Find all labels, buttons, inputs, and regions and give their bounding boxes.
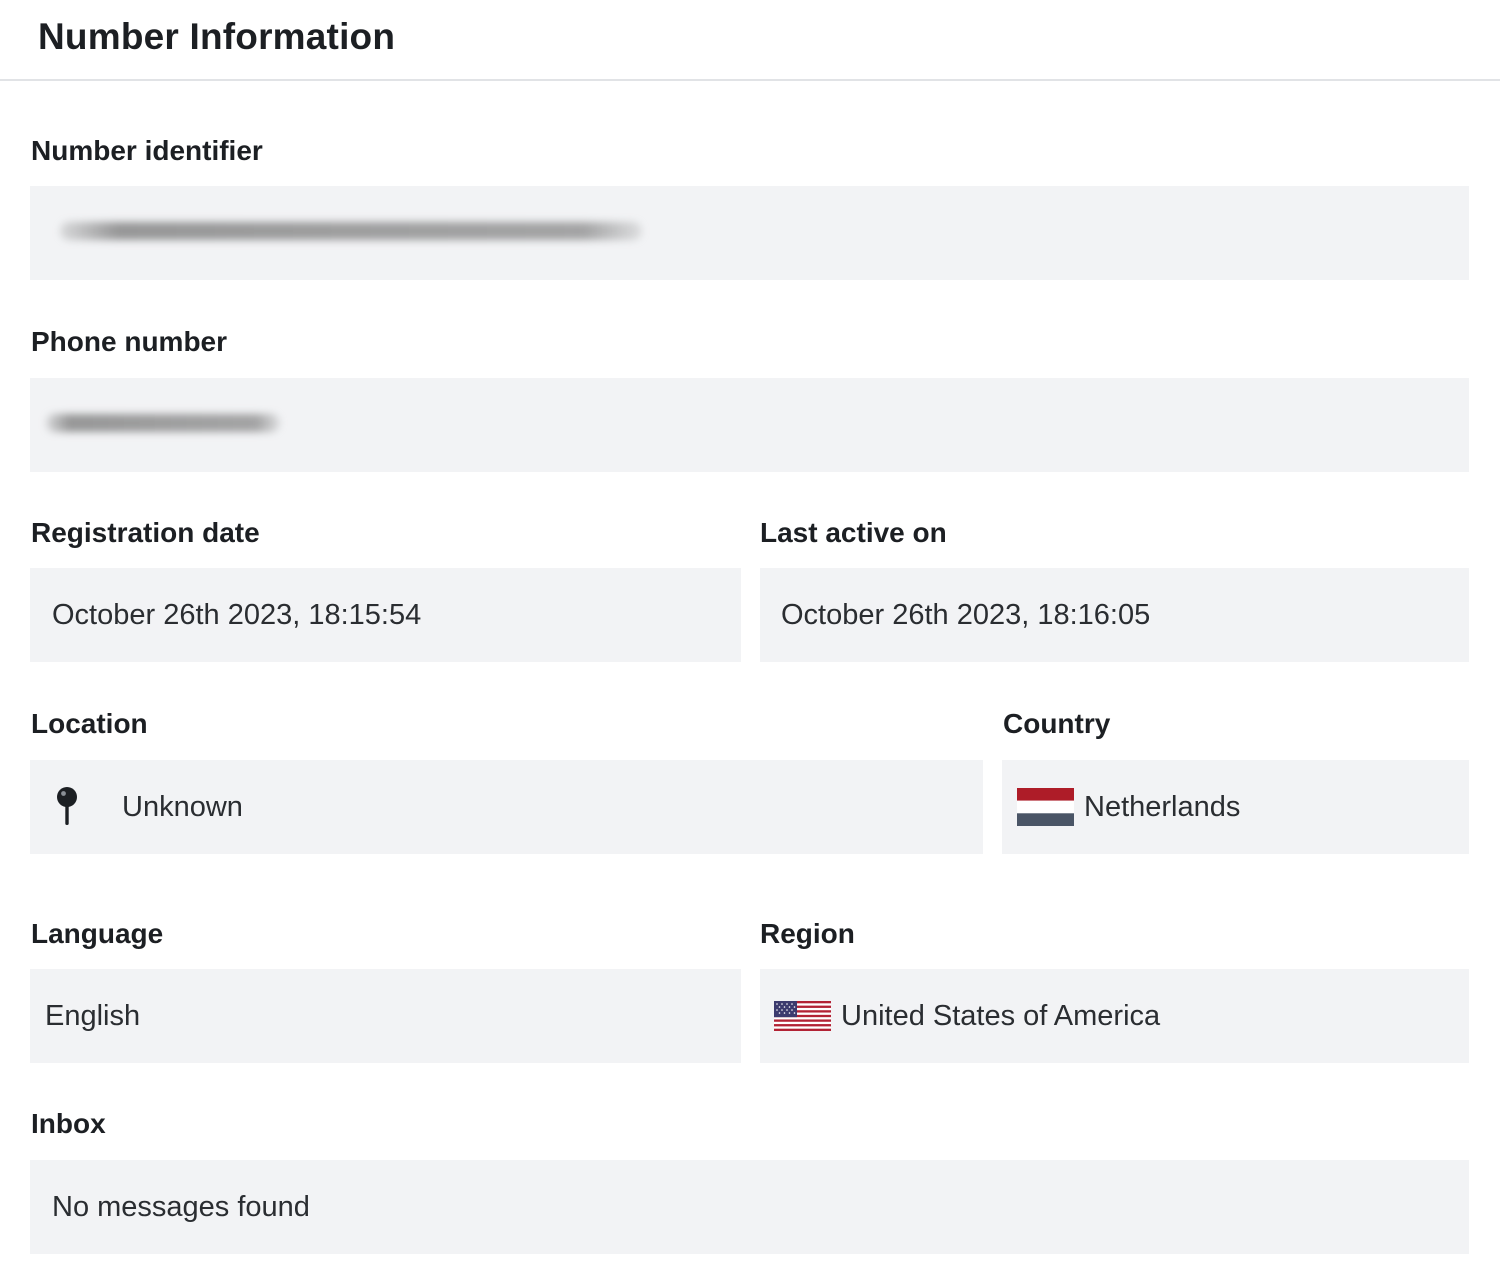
- registration-date-value: October 26th 2023, 18:15:54: [52, 598, 422, 631]
- country-label: Country: [1003, 708, 1111, 739]
- netherlands-flag-icon: [1017, 788, 1074, 826]
- location-value: Unknown: [122, 790, 243, 823]
- language-label: Language: [31, 918, 164, 949]
- registration-date-field[interactable]: October 26th 2023, 18:15:54: [30, 568, 741, 662]
- registration-date-label: Registration date: [31, 517, 260, 548]
- phone-number-label: Phone number: [31, 326, 228, 357]
- inbox-field[interactable]: No messages found: [30, 1160, 1469, 1254]
- page-title: Number Information: [38, 16, 396, 57]
- redacted-value: [46, 414, 280, 432]
- location-label: Location: [31, 708, 148, 739]
- last-active-field[interactable]: October 26th 2023, 18:16:05: [760, 568, 1469, 662]
- number-identifier-field[interactable]: [30, 186, 1469, 280]
- number-identifier-label: Number identifier: [31, 135, 263, 166]
- country-value: Netherlands: [1084, 790, 1241, 823]
- last-active-label: Last active on: [760, 517, 947, 548]
- country-field[interactable]: Netherlands: [1002, 760, 1469, 854]
- region-value: United States of America: [841, 999, 1161, 1032]
- language-value: English: [45, 999, 141, 1032]
- redacted-value: [60, 222, 642, 240]
- page-header: Number Information: [0, 0, 1500, 81]
- language-field[interactable]: English: [30, 969, 741, 1063]
- location-field[interactable]: Unknown: [30, 760, 983, 854]
- region-field[interactable]: United States of America: [760, 969, 1469, 1063]
- inbox-label: Inbox: [31, 1108, 106, 1139]
- region-label: Region: [760, 918, 855, 949]
- usa-flag-icon: [774, 1001, 831, 1031]
- pin-icon: [57, 787, 77, 825]
- phone-number-field[interactable]: [30, 378, 1469, 472]
- inbox-value: No messages found: [52, 1190, 310, 1223]
- last-active-value: October 26th 2023, 18:16:05: [781, 598, 1151, 631]
